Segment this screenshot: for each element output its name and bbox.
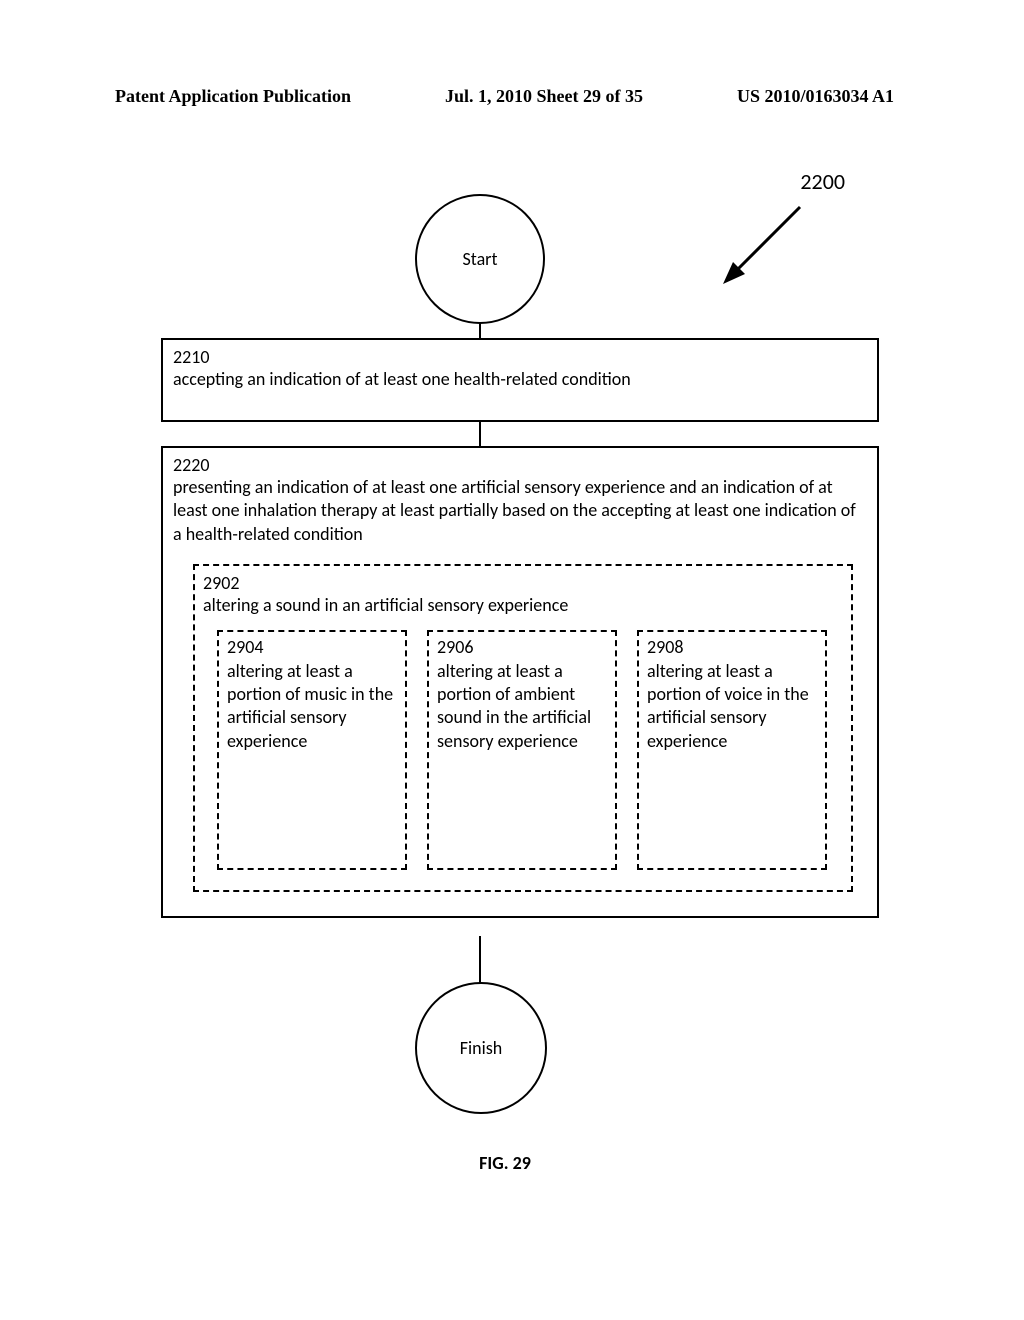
figure-caption: FIG. 29 (125, 1152, 885, 1174)
connector-line (479, 420, 481, 448)
start-node: Start (415, 194, 545, 324)
step-2908-box: 2908 altering at least a portion of voic… (637, 630, 827, 870)
step-number: 2904 (227, 636, 397, 659)
sub-steps-row: 2904 altering at least a portion of musi… (217, 630, 839, 870)
step-2220-box: 2220 presenting an indication of at leas… (161, 446, 879, 918)
callout-reference-number: 2200 (800, 168, 845, 195)
start-label: Start (462, 248, 497, 270)
step-number: 2908 (647, 636, 817, 659)
step-text: altering at least a portion of music in … (227, 660, 393, 752)
connector-line (479, 936, 481, 986)
step-text: altering at least a portion of voice in … (647, 660, 809, 752)
step-2210-box: 2210 accepting an indication of at least… (161, 338, 879, 422)
step-number: 2906 (437, 636, 607, 659)
header-right: US 2010/0163034 A1 (737, 86, 894, 107)
step-number: 2210 (173, 346, 867, 368)
step-2904-box: 2904 altering at least a portion of musi… (217, 630, 407, 870)
finish-label: Finish (460, 1037, 503, 1059)
step-text: accepting an indication of at least one … (173, 368, 631, 390)
step-text: altering a sound in an artificial sensor… (203, 594, 568, 616)
finish-node: Finish (415, 982, 547, 1114)
step-number: 2902 (203, 572, 839, 594)
step-2902-box: 2902 altering a sound in an artificial s… (193, 564, 853, 892)
header-center: Jul. 1, 2010 Sheet 29 of 35 (445, 86, 643, 107)
step-number: 2220 (173, 454, 867, 476)
flowchart-diagram: 2200 Start 2210 accepting an indication … (125, 160, 885, 1210)
header-left: Patent Application Publication (115, 86, 351, 107)
step-text: altering at least a portion of ambient s… (437, 660, 591, 752)
page-header: Patent Application Publication Jul. 1, 2… (0, 86, 1024, 107)
step-2906-box: 2906 altering at least a portion of ambi… (427, 630, 617, 870)
callout-arrow-icon (715, 202, 805, 292)
step-text: presenting an indication of at least one… (173, 476, 856, 545)
